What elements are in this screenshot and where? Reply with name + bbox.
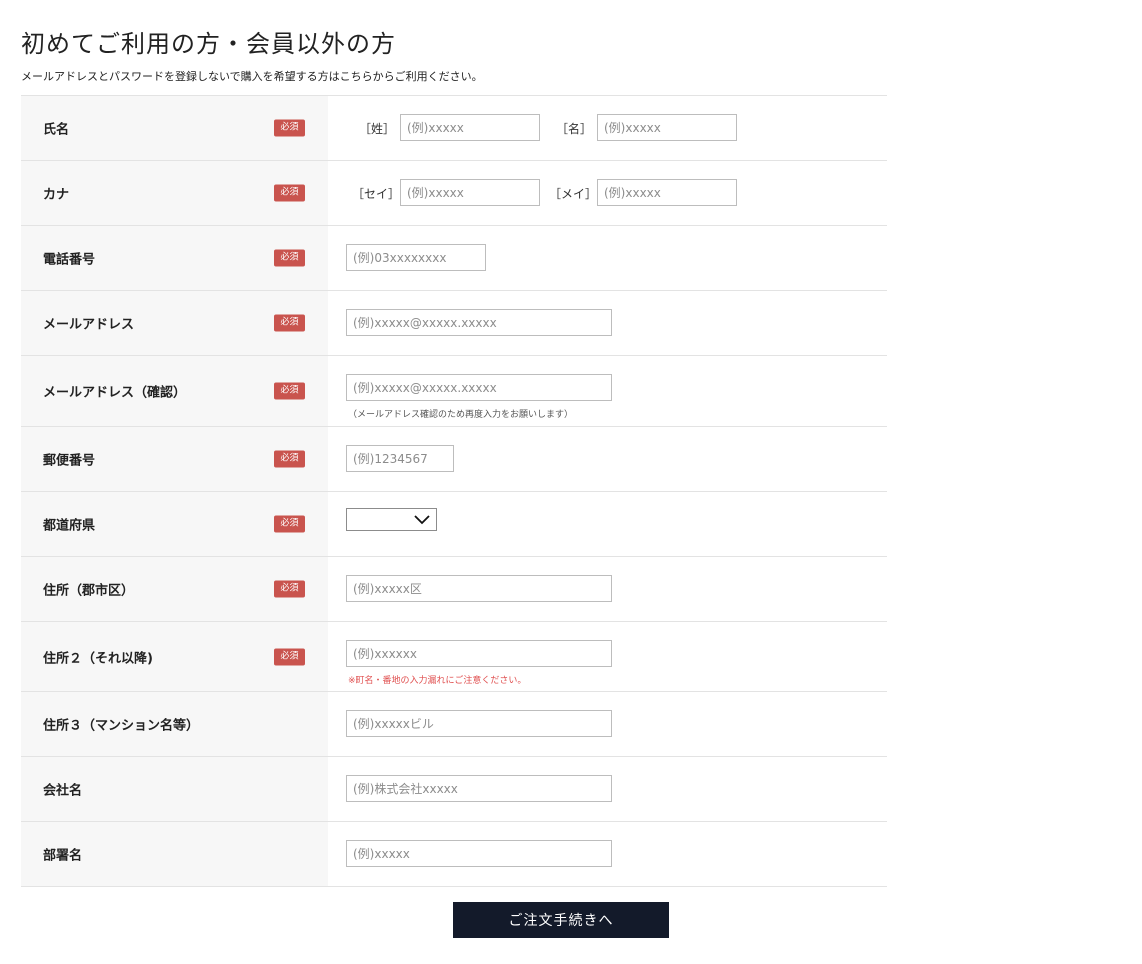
row-company: 会社名 [21,757,887,822]
row-postal: 郵便番号 必須 [21,427,887,492]
department-input[interactable] [346,840,612,867]
label-kana: カナ [43,187,70,203]
sublabel-first-name: ［名］ [556,122,593,136]
required-badge: 必須 [274,648,305,665]
proceed-to-order-button[interactable]: ご注文手続きへ [453,902,669,938]
address1-input[interactable] [346,575,612,602]
required-badge: 必須 [274,515,305,533]
required-badge: 必須 [274,314,305,332]
required-badge: 必須 [274,450,305,468]
first-kana-input[interactable] [597,179,737,206]
sublabel-last-name: ［姓］ [359,122,396,136]
chevron-down-icon [414,515,430,525]
required-badge: 必須 [274,580,305,598]
phone-input[interactable] [346,244,486,271]
sublabel-first-kana: ［メイ］ [549,187,598,201]
label-prefecture: 都道府県 [43,518,96,534]
row-department: 部署名 [21,822,887,887]
label-name: 氏名 [43,122,70,138]
prefecture-select[interactable] [346,508,437,531]
email-confirm-note: （メールアドレス確認のため再度入力をお願いします） [348,410,574,420]
required-badge: 必須 [274,382,305,400]
required-badge: 必須 [274,249,305,267]
address2-input[interactable] [346,640,612,667]
label-postal: 郵便番号 [43,453,96,469]
address3-input[interactable] [346,710,612,737]
row-address3: 住所３（マンション名等） [21,692,887,757]
row-address2: 住所２（それ以降) 必須 ※町名・番地の入力漏れにご注意ください。 [21,622,887,692]
row-kana: カナ 必須 ［セイ］ ［メイ］ [21,161,887,226]
last-name-input[interactable] [400,114,540,141]
company-input[interactable] [346,775,612,802]
email-confirm-input[interactable] [346,374,612,401]
address2-warning-note: ※町名・番地の入力漏れにご注意ください。 [348,676,527,686]
email-input[interactable] [346,309,612,336]
last-kana-input[interactable] [400,179,540,206]
required-badge: 必須 [274,184,305,202]
row-prefecture: 都道府県 必須 [21,492,887,557]
row-phone: 電話番号 必須 [21,226,887,291]
label-address2: 住所２（それ以降) [43,651,153,666]
label-address1: 住所（郡市区） [43,583,135,599]
row-name: 氏名 必須 ［姓］ ［名］ [21,96,887,161]
required-badge: 必須 [274,119,305,137]
sublabel-last-kana: ［セイ］ [352,187,401,201]
label-email: メールアドレス [43,317,135,333]
row-email: メールアドレス 必須 [21,291,887,356]
guest-form: 氏名 必須 ［姓］ ［名］ カナ 必須 ［セイ］ ［メイ］ 電話番号 必須 [21,95,887,887]
label-department: 部署名 [43,848,83,864]
postal-code-input[interactable] [346,445,454,472]
intro-text: メールアドレスとパスワードを登録しないで購入を希望する方はこちらからご利用くださ… [21,70,483,83]
row-address1: 住所（郡市区） 必須 [21,557,887,622]
label-email-confirm: メールアドレス（確認） [43,385,187,401]
page-title: 初めてご利用の方・会員以外の方 [21,30,396,58]
row-email-confirm: メールアドレス（確認） 必須 （メールアドレス確認のため再度入力をお願いします） [21,356,887,427]
label-phone: 電話番号 [43,252,96,268]
first-name-input[interactable] [597,114,737,141]
label-address3: 住所３（マンション名等） [43,718,200,734]
label-company: 会社名 [43,783,83,799]
